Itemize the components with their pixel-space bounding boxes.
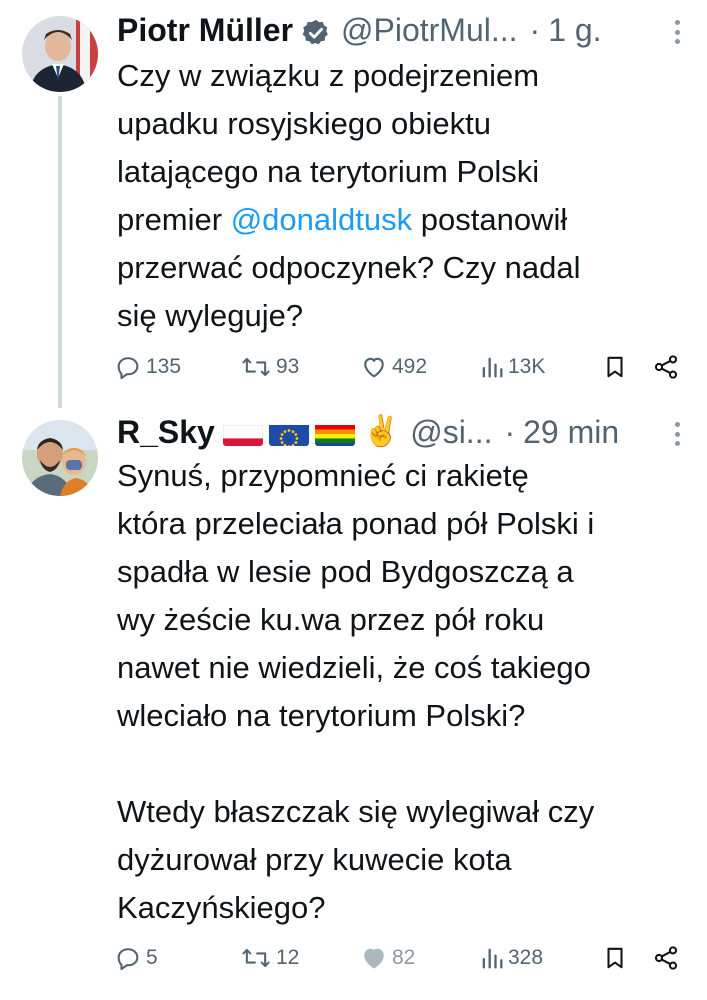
text-line: spadła w lesie pod Bydgoszczą a bbox=[117, 554, 574, 589]
text-line: się wyleguje? bbox=[117, 298, 304, 333]
bookmark-button[interactable] bbox=[602, 938, 628, 978]
verified-badge-icon bbox=[301, 15, 331, 45]
text-line: Czy w związku z podejrzeniem bbox=[117, 58, 540, 93]
like-button[interactable]: 492 bbox=[360, 347, 427, 387]
text-line: wleciało na terytorium Polski? bbox=[117, 698, 526, 733]
tweet-2-header: R_Sky ✌️ @si... · 29 min bbox=[117, 410, 687, 454]
text-line: latającego na terytorium Polski bbox=[117, 154, 540, 189]
avatar-piotr-muller[interactable] bbox=[22, 16, 98, 92]
profile-emoji-flags: ✌️ bbox=[222, 410, 401, 454]
thread-line bbox=[58, 96, 62, 408]
victory-hand-icon: ✌️ bbox=[362, 415, 401, 448]
like-button[interactable]: 82 bbox=[360, 938, 415, 978]
timestamp[interactable]: 29 min bbox=[523, 410, 619, 454]
timestamp[interactable]: 1 g. bbox=[548, 8, 601, 52]
like-icon bbox=[364, 948, 384, 969]
author-handle[interactable]: @si... bbox=[410, 410, 492, 454]
author-name[interactable]: Piotr Müller bbox=[117, 8, 293, 52]
text-line: Wtedy błaszczak się wylegiwał czy bbox=[117, 794, 595, 829]
reply-button[interactable]: 135 bbox=[114, 347, 181, 387]
tweet-2-actions: 5 12 82 328 bbox=[114, 938, 694, 978]
reply-count: 5 bbox=[146, 946, 158, 969]
tweet-1-actions: 135 93 492 13K bbox=[114, 347, 694, 387]
text-line: dyżurował przy kuwecie kota bbox=[117, 842, 512, 877]
eu-flag-icon bbox=[268, 419, 309, 446]
share-button[interactable] bbox=[652, 938, 680, 978]
separator-dot: · bbox=[529, 12, 541, 48]
like-count: 492 bbox=[392, 355, 428, 378]
text-line: Synuś, przypomnieć ci rakietę bbox=[117, 458, 529, 493]
like-icon bbox=[364, 357, 384, 378]
tweet-1-header: Piotr Müller @PiotrMul... · 1 g. bbox=[117, 8, 687, 52]
views-icon bbox=[482, 948, 503, 969]
text-line: która przeleciała ponad pół Polski i bbox=[117, 506, 595, 541]
separator-dot: · bbox=[504, 414, 516, 450]
retweet-button[interactable]: 12 bbox=[240, 938, 299, 978]
text-fragment: postanowił bbox=[412, 202, 568, 237]
text-line: nawet nie wiedzieli, że coś takiego bbox=[117, 650, 591, 685]
views-button[interactable]: 13K bbox=[480, 347, 545, 387]
views-icon bbox=[482, 357, 503, 378]
text-line: przerwać odpoczynek? Czy nadal bbox=[117, 250, 581, 285]
author-name[interactable]: R_Sky bbox=[117, 410, 215, 454]
text-fragment: premier bbox=[117, 202, 231, 237]
retweet-count: 12 bbox=[276, 946, 300, 969]
retweet-icon bbox=[242, 948, 270, 968]
views-count: 13K bbox=[508, 355, 546, 378]
more-icon[interactable] bbox=[667, 422, 687, 446]
text-line: Kaczyńskiego? bbox=[117, 890, 326, 925]
poland-flag-icon bbox=[222, 419, 263, 446]
views-button[interactable]: 328 bbox=[480, 938, 543, 978]
tweet-2-text: Synuś, przypomnieć ci rakietę która prze… bbox=[117, 452, 692, 932]
reply-count: 135 bbox=[146, 355, 182, 378]
bookmark-icon bbox=[607, 356, 623, 378]
like-count: 82 bbox=[392, 946, 416, 969]
bookmark-button[interactable] bbox=[602, 347, 628, 387]
text-line: wy żeście ku.wa przez pół roku bbox=[117, 602, 545, 637]
reply-button[interactable]: 5 bbox=[114, 938, 158, 978]
share-icon bbox=[654, 355, 678, 379]
bookmark-icon bbox=[607, 947, 623, 969]
text-line: upadku rosyjskiego obiektu bbox=[117, 106, 491, 141]
share-icon bbox=[654, 946, 678, 970]
retweet-button[interactable]: 93 bbox=[240, 347, 299, 387]
avatar-r-sky[interactable] bbox=[22, 420, 98, 496]
author-handle[interactable]: @PiotrMul... bbox=[341, 8, 518, 52]
text-line: premier @donaldtusk postanowił bbox=[117, 196, 692, 244]
retweet-count: 93 bbox=[276, 355, 300, 378]
tweet-1-text: Czy w związku z podejrzeniem upadku rosy… bbox=[117, 52, 692, 340]
reply-icon bbox=[117, 357, 139, 380]
reply-icon bbox=[117, 948, 139, 971]
share-button[interactable] bbox=[652, 347, 680, 387]
retweet-icon bbox=[242, 357, 270, 377]
mention-link[interactable]: @donaldtusk bbox=[231, 202, 412, 237]
rainbow-flag-icon bbox=[314, 419, 355, 446]
more-icon[interactable] bbox=[667, 20, 687, 44]
views-count: 328 bbox=[508, 946, 544, 969]
